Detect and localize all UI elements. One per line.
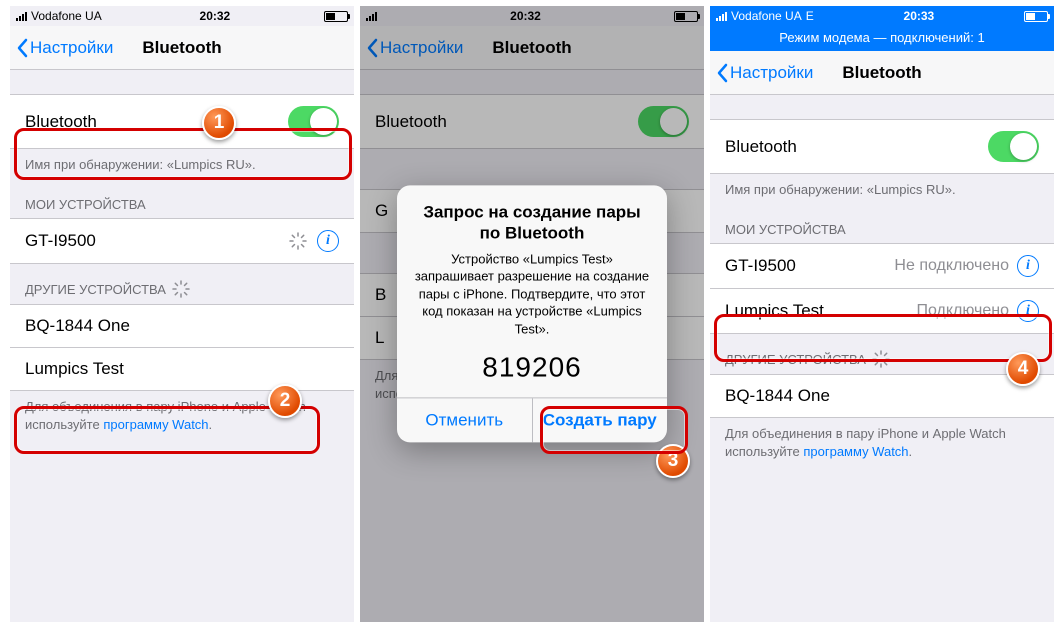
my-devices-header: МОИ УСТРОЙСТВА (10, 181, 354, 218)
carrier-label: Vodafone UA (731, 9, 802, 23)
alert-title: Запрос на создание пары по Bluetooth (397, 185, 667, 246)
nav-bar: Настройки Bluetooth (10, 26, 354, 70)
device-name: BQ-1844 One (725, 386, 1039, 406)
other-devices-header: ДРУГИЕ УСТРОЙСТВА (10, 264, 354, 304)
other-device-row-lumpics[interactable]: Lumpics Test (10, 348, 354, 391)
nav-bar: Настройки Bluetooth (710, 51, 1054, 95)
watch-app-link[interactable]: программу Watch (103, 417, 208, 432)
device-name: GT-I9500 (25, 231, 289, 251)
info-button[interactable]: i (1017, 300, 1039, 322)
phone-3: Vodafone UA E 20:33 Режим модема — подкл… (710, 6, 1054, 622)
device-status: Не подключено (894, 257, 1009, 275)
pair-button[interactable]: Создать пару (532, 399, 668, 443)
pairing-code: 819206 (397, 348, 667, 398)
bluetooth-label: Bluetooth (25, 112, 288, 132)
bluetooth-toggle[interactable] (288, 106, 339, 137)
spinner-icon (872, 350, 890, 368)
signal-icon (716, 11, 727, 21)
carrier-label: Vodafone UA (31, 9, 102, 23)
bluetooth-toggle-cell[interactable]: Bluetooth (710, 119, 1054, 174)
device-name: BQ-1844 One (25, 316, 339, 336)
badge-4: 4 (1006, 352, 1040, 386)
back-button[interactable]: Настройки (716, 63, 813, 83)
status-bar: Vodafone UA E 20:33 (710, 6, 1054, 26)
back-label: Настройки (730, 63, 813, 83)
status-time: 20:32 (106, 9, 324, 23)
bluetooth-toggle[interactable] (988, 131, 1039, 162)
watch-footer: Для объединения в пару iPhone и Apple Wa… (10, 391, 354, 441)
other-device-row[interactable]: BQ-1844 One (710, 374, 1054, 418)
other-devices-label: ДРУГИЕ УСТРОЙСТВА (725, 352, 866, 367)
other-device-row[interactable]: BQ-1844 One (10, 304, 354, 348)
back-label: Настройки (30, 38, 113, 58)
device-name: Lumpics Test (725, 301, 916, 321)
spinner-icon (289, 232, 307, 250)
pairing-alert: Запрос на создание пары по Bluetooth Уст… (397, 185, 667, 442)
alert-message: Устройство «Lumpics Test» запрашивает ра… (397, 246, 667, 348)
badge-2: 2 (268, 384, 302, 418)
my-devices-header: МОИ УСТРОЙСТВА (710, 206, 1054, 243)
my-device-row-lumpics[interactable]: Lumpics Test Подключено i (710, 289, 1054, 334)
badge-1: 1 (202, 106, 236, 140)
watch-app-link[interactable]: программу Watch (803, 444, 908, 459)
status-bar: Vodafone UA 20:32 (10, 6, 354, 26)
battery-icon (1024, 11, 1048, 22)
battery-icon (324, 11, 348, 22)
device-name: Lumpics Test (25, 359, 339, 379)
device-status: Подключено (916, 302, 1009, 320)
watch-footer: Для объединения в пару iPhone и Apple Wa… (710, 418, 1054, 468)
status-time: 20:33 (814, 9, 1024, 23)
chevron-left-icon (16, 38, 28, 58)
device-name: GT-I9500 (725, 256, 894, 276)
bluetooth-label: Bluetooth (725, 137, 988, 157)
phone-1: Vodafone UA 20:32 Настройки Bluetooth Bl… (10, 6, 354, 622)
network-type: E (806, 9, 814, 23)
info-button[interactable]: i (1017, 255, 1039, 277)
signal-icon (16, 11, 27, 21)
other-devices-label: ДРУГИЕ УСТРОЙСТВА (25, 282, 166, 297)
discoverable-note: Имя при обнаружении: «Lumpics RU». (10, 149, 354, 181)
cancel-button[interactable]: Отменить (397, 399, 532, 443)
hotspot-bar[interactable]: Режим модема — подключений: 1 (710, 26, 1054, 51)
back-button[interactable]: Настройки (16, 38, 113, 58)
other-devices-header: ДРУГИЕ УСТРОЙСТВА (710, 334, 1054, 374)
my-device-row[interactable]: GT-I9500 i (10, 218, 354, 264)
spinner-icon (172, 280, 190, 298)
chevron-left-icon (716, 63, 728, 83)
my-device-row[interactable]: GT-I9500 Не подключено i (710, 243, 1054, 289)
info-button[interactable]: i (317, 230, 339, 252)
phone-2: 20:32 Настройки Bluetooth Bluetooth G B … (360, 6, 704, 622)
bluetooth-toggle-cell[interactable]: Bluetooth (10, 94, 354, 149)
badge-3: 3 (656, 444, 690, 478)
discoverable-note: Имя при обнаружении: «Lumpics RU». (710, 174, 1054, 206)
